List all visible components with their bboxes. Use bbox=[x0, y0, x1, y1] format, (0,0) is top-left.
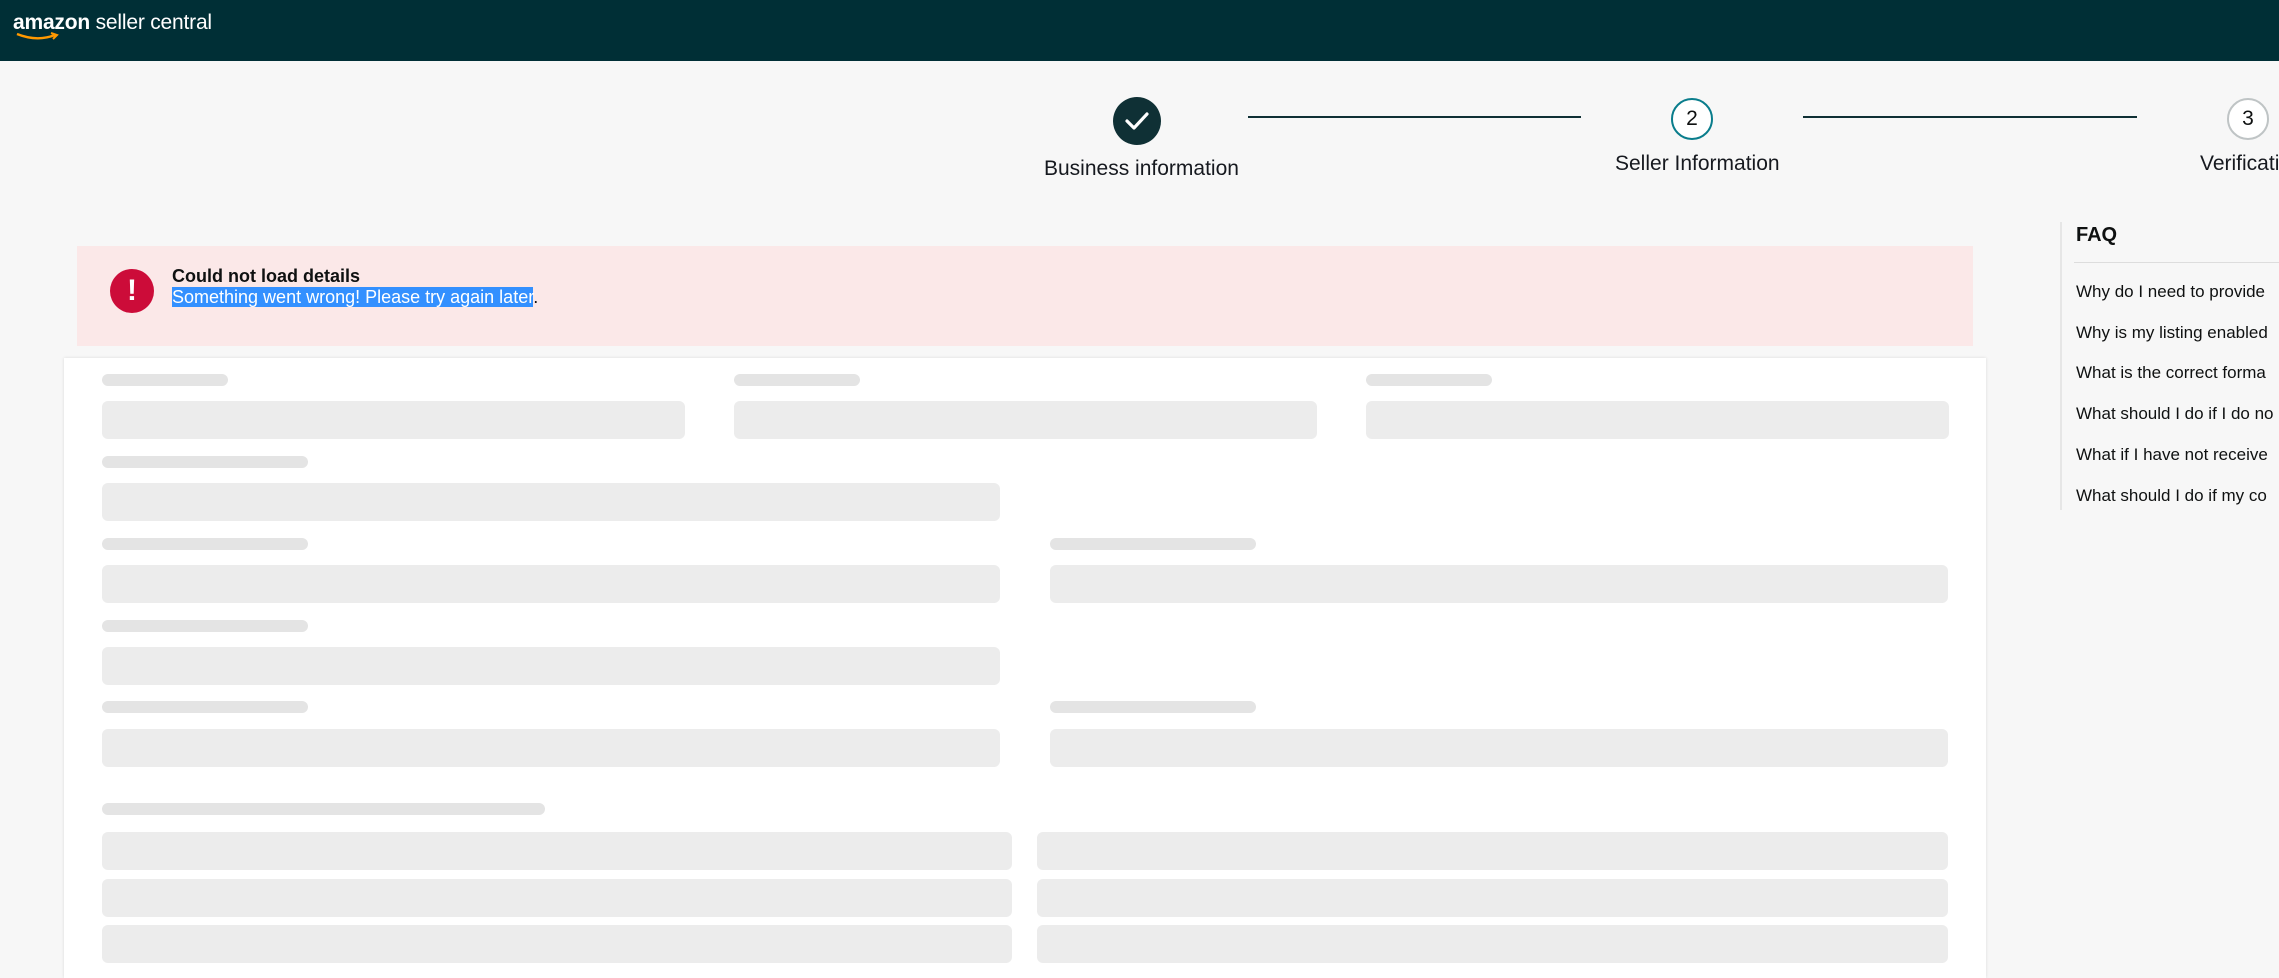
skeleton-field bbox=[102, 879, 1012, 917]
skeleton-label bbox=[1050, 538, 1256, 550]
step-1-label: Business information bbox=[1044, 157, 1239, 180]
skeleton-label bbox=[102, 620, 308, 632]
skeleton-field bbox=[1037, 832, 1948, 870]
alert-message[interactable]: Something went wrong! Please try again l… bbox=[172, 287, 538, 308]
logo-brand-text: amazon bbox=[13, 11, 90, 34]
step-2-number: 2 bbox=[1686, 107, 1698, 130]
alert-title: Could not load details bbox=[172, 266, 360, 286]
faq-item[interactable]: What is the correct forma bbox=[2076, 363, 2266, 383]
faq-item[interactable]: What if I have not receive bbox=[2076, 445, 2268, 465]
skeleton-label bbox=[102, 456, 308, 468]
checkmark-icon bbox=[1125, 112, 1149, 130]
step-2-current: 2 bbox=[1671, 98, 1713, 140]
faq-item[interactable]: Why do I need to provide bbox=[2076, 282, 2265, 302]
step-3-number: 3 bbox=[2242, 107, 2254, 130]
loading-form-card bbox=[64, 358, 1986, 978]
skeleton-field bbox=[102, 647, 1000, 685]
amazon-smile-icon bbox=[16, 32, 59, 40]
skeleton-field bbox=[102, 401, 685, 439]
logo-product-text: seller central bbox=[90, 11, 212, 34]
faq-item[interactable]: Why is my listing enabled bbox=[2076, 323, 2268, 343]
skeleton-field bbox=[1037, 925, 1948, 963]
amazon-seller-central-logo[interactable]: amazon seller central bbox=[13, 10, 212, 44]
step-3-label: Verification bbox=[2200, 152, 2279, 175]
faq-title: FAQ bbox=[2076, 224, 2118, 246]
skeleton-field bbox=[102, 483, 1000, 521]
skeleton-field bbox=[102, 729, 1000, 767]
skeleton-field bbox=[1050, 565, 1948, 603]
skeleton-label bbox=[1366, 374, 1492, 386]
step-connector-1 bbox=[1248, 116, 1581, 118]
skeleton-field bbox=[102, 565, 1000, 603]
faq-panel: FAQ Why do I need to provide Why is my l… bbox=[2060, 222, 2279, 510]
faq-divider bbox=[2074, 262, 2279, 263]
step-3-upcoming: 3 bbox=[2227, 98, 2269, 140]
skeleton-field bbox=[102, 925, 1012, 963]
error-alert: ! Could not load details Something went … bbox=[77, 246, 1973, 346]
faq-item[interactable]: What should I do if my co bbox=[2076, 486, 2267, 506]
alert-message-tail: . bbox=[533, 287, 539, 307]
skeleton-field bbox=[1050, 729, 1948, 767]
exclamation-icon: ! bbox=[110, 269, 154, 313]
step-connector-2 bbox=[1803, 116, 2137, 118]
alert-message-selected-text[interactable]: Something went wrong! Please try again l… bbox=[172, 287, 534, 307]
step-1-completed bbox=[1113, 97, 1161, 145]
top-navigation-bar: amazon seller central bbox=[0, 0, 2279, 61]
skeleton-field bbox=[1366, 401, 1949, 439]
skeleton-field bbox=[102, 832, 1012, 870]
skeleton-label bbox=[102, 701, 308, 713]
skeleton-label bbox=[102, 803, 545, 815]
step-2-label: Seller Information bbox=[1615, 152, 1780, 175]
skeleton-field bbox=[734, 401, 1317, 439]
skeleton-field bbox=[1037, 879, 1948, 917]
faq-item[interactable]: What should I do if I do no bbox=[2076, 404, 2274, 424]
skeleton-label bbox=[1050, 701, 1256, 713]
skeleton-label bbox=[102, 538, 308, 550]
skeleton-label bbox=[102, 374, 228, 386]
skeleton-label bbox=[734, 374, 860, 386]
